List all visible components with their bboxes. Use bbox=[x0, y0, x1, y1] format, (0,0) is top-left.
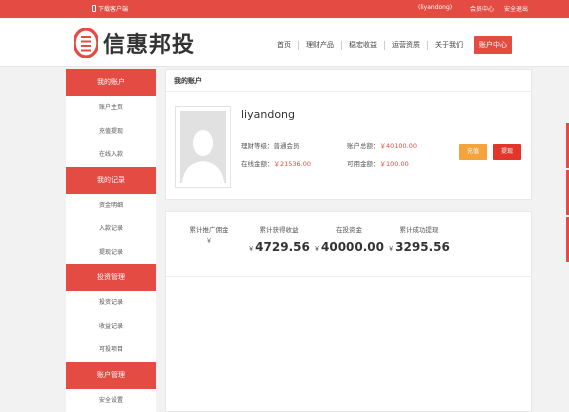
main-nav: 首页 理财产品 稳宏收益 运营资质 关于我们 账户中心 bbox=[270, 36, 512, 54]
stat-value: ￥3295.56 bbox=[388, 240, 450, 254]
account-balance-label: 在线金额： bbox=[241, 160, 274, 168]
account-level-value: 普通会员 bbox=[273, 142, 300, 150]
stat-label: 累计推广佣金 bbox=[189, 226, 229, 234]
sidebar-item-security-settings[interactable]: 安全设置 bbox=[66, 389, 156, 412]
nav-qualification[interactable]: 运营资质 bbox=[385, 40, 428, 50]
download-app-label: 下载客户端 bbox=[98, 6, 129, 13]
account-level-label: 理财等级： bbox=[241, 142, 274, 150]
account-available: 可用金额：￥100.00 bbox=[347, 158, 409, 168]
sidebar-item-recharge-withdraw[interactable]: 充值提现 bbox=[66, 120, 156, 144]
avatar bbox=[175, 106, 231, 188]
logo-mark-icon bbox=[72, 27, 100, 59]
account-total: 账户总额：￥40100.00 bbox=[347, 140, 417, 150]
sidebar-item-online-deposit[interactable]: 在线入款 bbox=[66, 143, 156, 167]
sidebar-item-available-projects[interactable]: 可投项目 bbox=[66, 338, 156, 362]
stat-referral-commission: 累计推广佣金 ￥ bbox=[169, 224, 249, 245]
sidebar-item-fund-details[interactable]: 资金明细 bbox=[66, 194, 156, 218]
stat-currency: ￥ bbox=[205, 238, 212, 245]
stat-label: 在投资金 bbox=[336, 226, 362, 234]
username-link[interactable]: (liyandong) bbox=[418, 4, 452, 11]
stats-row: 累计推广佣金 ￥ 累计获得收益 ￥4729.56 在投资金 ￥40000.00 … bbox=[166, 212, 531, 277]
brand-name: 信惠邦投 bbox=[103, 32, 196, 58]
nav-about[interactable]: 关于我们 bbox=[428, 41, 470, 50]
sidebar-section-investment[interactable]: 投资管理 bbox=[66, 264, 156, 291]
sidebar-section-account-management[interactable]: 账户管理 bbox=[66, 361, 156, 389]
nav-products[interactable]: 理财产品 bbox=[299, 40, 342, 50]
sidebar: 我的账户 账户主页 充值提现 在线入款 我的记录 资金明细 入款记录 提现记录 … bbox=[66, 69, 156, 412]
stat-label: 累计获得收益 bbox=[259, 226, 299, 234]
sidebar-section-my-account[interactable]: 我的账户 bbox=[66, 69, 156, 96]
site-header: 信惠邦投 首页 理财产品 稳宏收益 运营资质 关于我们 账户中心 bbox=[0, 18, 569, 67]
stat-value: ￥4729.56 bbox=[248, 240, 310, 254]
stat-value: ￥40000.00 bbox=[313, 240, 385, 254]
nav-home[interactable]: 首页 bbox=[270, 40, 299, 50]
user-center-link[interactable]: 会员中心 bbox=[470, 4, 494, 13]
account-panel-title: 我的账户 bbox=[166, 70, 531, 92]
account-available-value: ￥100.00 bbox=[379, 160, 409, 168]
sidebar-section-my-records[interactable]: 我的记录 bbox=[66, 166, 156, 194]
account-level: 理财等级：普通会员 bbox=[241, 140, 300, 150]
top-bar: 下载客户端 (liyandong) 会员中心 安全退出 bbox=[0, 0, 569, 18]
sidebar-item-withdraw-records[interactable]: 提现记录 bbox=[66, 241, 156, 265]
account-username: liyandong bbox=[241, 108, 296, 121]
recharge-button[interactable]: 充值 bbox=[459, 144, 487, 160]
account-total-label: 账户总额： bbox=[347, 142, 380, 150]
account-balance-value: ￥21536.00 bbox=[273, 160, 312, 168]
sidebar-item-income-records[interactable]: 收益记录 bbox=[66, 315, 156, 339]
sidebar-item-deposit-records[interactable]: 入款记录 bbox=[66, 217, 156, 241]
stats-panel: 累计推广佣金 ￥ 累计获得收益 ￥4729.56 在投资金 ￥40000.00 … bbox=[165, 211, 532, 412]
logout-link[interactable]: 安全退出 bbox=[504, 4, 528, 13]
phone-icon bbox=[92, 5, 96, 12]
avatar-placeholder-icon bbox=[180, 111, 226, 183]
stat-total-withdrawn: 累计成功提现 ￥3295.56 bbox=[379, 224, 459, 254]
site-logo[interactable]: 信惠邦投 bbox=[72, 27, 196, 59]
account-panel: 我的账户 liyandong 理财等级：普通会员 在线金额：￥21536.00 … bbox=[165, 69, 532, 200]
stat-total-income: 累计获得收益 ￥4729.56 bbox=[239, 224, 319, 254]
withdraw-button[interactable]: 提现 bbox=[493, 144, 521, 160]
nav-returns[interactable]: 稳宏收益 bbox=[342, 40, 385, 50]
sidebar-item-account-home[interactable]: 账户主页 bbox=[66, 96, 156, 120]
sidebar-item-investment-records[interactable]: 投资记录 bbox=[66, 291, 156, 315]
download-app-link[interactable]: 下载客户端 bbox=[92, 4, 128, 13]
nav-account-center[interactable]: 账户中心 bbox=[474, 36, 512, 54]
stat-label: 累计成功提现 bbox=[399, 226, 439, 234]
account-total-value: ￥40100.00 bbox=[379, 142, 418, 150]
account-balance: 在线金额：￥21536.00 bbox=[241, 158, 311, 168]
account-available-label: 可用金额： bbox=[347, 160, 380, 168]
stat-invested-funds: 在投资金 ￥40000.00 bbox=[309, 224, 389, 254]
